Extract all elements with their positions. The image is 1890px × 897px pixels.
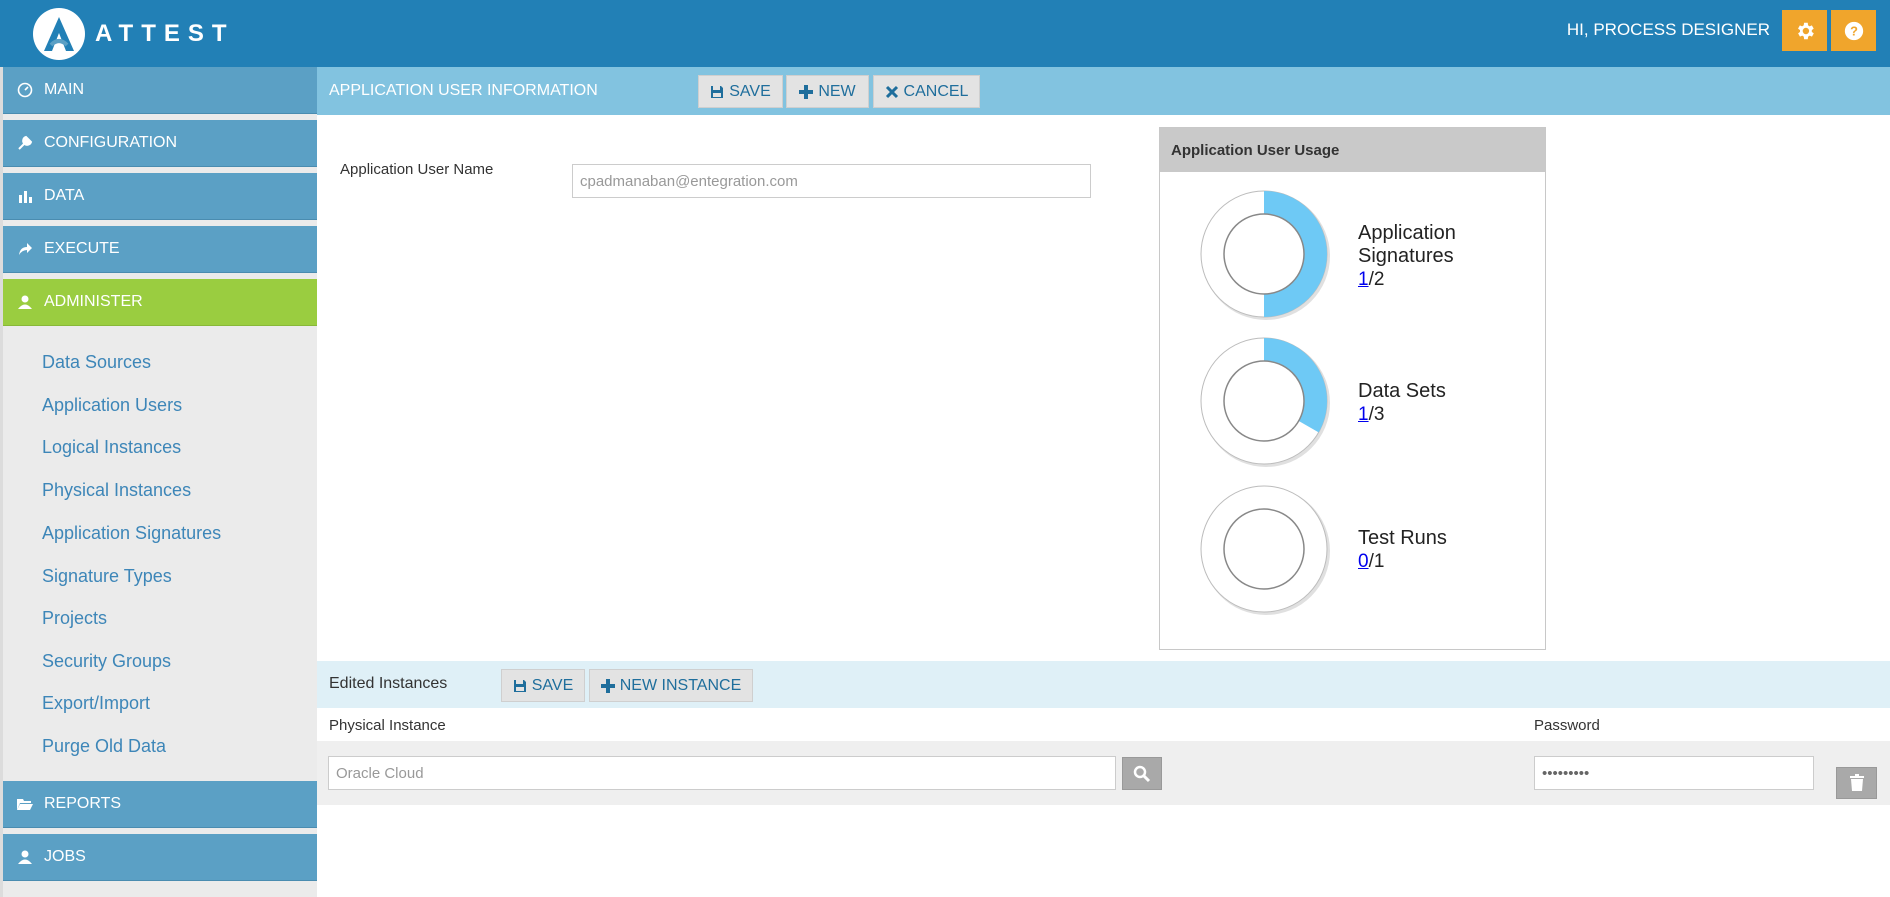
nav-reports-label: REPORTS: [44, 795, 122, 812]
nav-reports[interactable]: REPORTS: [3, 781, 317, 828]
new-label: NEW: [818, 82, 856, 100]
section-title: APPLICATION USER INFORMATION: [329, 82, 598, 99]
datasets-total: /3: [1368, 404, 1385, 425]
datasets-label-line1: Data Sets: [1358, 380, 1446, 402]
user-icon: [16, 848, 34, 866]
sub-item-signature-types[interactable]: Signature Types: [42, 566, 172, 587]
usage-panel-title: Application User Usage: [1160, 128, 1545, 172]
signatures-usage-label: Application Signatures 1/2: [1358, 222, 1456, 291]
search-button[interactable]: [1122, 757, 1162, 790]
nav-configuration-label: CONFIGURATION: [44, 134, 178, 151]
physical-instance-column-header: Physical Instance: [329, 717, 446, 734]
user-name-input[interactable]: cpadmanaban@entegration.com: [572, 164, 1091, 198]
sub-item-purge-old-data[interactable]: Purge Old Data: [42, 736, 166, 757]
cancel-label: CANCEL: [903, 82, 969, 100]
signatures-total: /2: [1368, 269, 1385, 290]
new-instance-label: NEW INSTANCE: [619, 676, 742, 694]
new-instance-button[interactable]: NEW INSTANCE: [589, 669, 753, 702]
password-column-header: Password: [1534, 717, 1600, 734]
user-name-label: Application User Name: [340, 161, 494, 178]
nav-administer-label: ADMINISTER: [44, 293, 143, 310]
save-button[interactable]: SAVE: [698, 75, 783, 108]
testruns-donut: [1200, 485, 1330, 615]
instances-save-button[interactable]: SAVE: [501, 669, 585, 702]
trash-icon: [1849, 774, 1864, 791]
section-toolbar: APPLICATION USER INFORMATION: [317, 67, 1890, 115]
dashboard-icon: [16, 81, 34, 99]
user-icon: [16, 293, 34, 311]
nav-main-label: MAIN: [44, 81, 84, 98]
floppy-disk-icon: [710, 85, 724, 99]
sub-item-physical-instances[interactable]: Physical Instances: [42, 480, 191, 501]
physical-instance-input[interactable]: Oracle Cloud: [328, 756, 1116, 790]
folder-open-icon: [16, 795, 34, 813]
testruns-label-line1: Test Runs: [1358, 527, 1447, 549]
signatures-label-line1: Application: [1358, 222, 1456, 244]
plus-icon: [799, 84, 814, 99]
logo-text: ATTEST: [95, 20, 235, 47]
nav-data-label: DATA: [44, 187, 85, 204]
testruns-count: 0/1: [1358, 550, 1447, 573]
nav-execute-label: EXECUTE: [44, 240, 120, 257]
nav-administer[interactable]: ADMINISTER: [3, 279, 317, 326]
close-icon: [885, 85, 899, 99]
wrench-icon: [16, 134, 34, 152]
nav-main[interactable]: MAIN: [3, 67, 317, 114]
save-label: SAVE: [729, 82, 771, 100]
question-icon: ?: [1844, 21, 1863, 40]
signatures-label-line2: Signatures: [1358, 245, 1454, 267]
sub-item-application-signatures[interactable]: Application Signatures: [42, 523, 221, 544]
top-header: ATTEST HI, PROCESS DESIGNER ?: [0, 0, 1890, 67]
sub-item-logical-instances[interactable]: Logical Instances: [42, 437, 181, 458]
cancel-button[interactable]: CANCEL: [873, 75, 980, 108]
delete-instance-button[interactable]: [1836, 767, 1877, 799]
testruns-used-link[interactable]: 0: [1358, 551, 1369, 572]
nav-configuration[interactable]: CONFIGURATION: [3, 120, 317, 167]
nav-jobs[interactable]: JOBS: [3, 834, 317, 881]
datasets-usage-label: Data Sets 1/3: [1358, 380, 1446, 426]
datasets-count: 1/3: [1358, 403, 1446, 426]
floppy-disk-icon: [513, 679, 527, 693]
sub-item-application-users[interactable]: Application Users: [42, 395, 182, 416]
svg-text:?: ?: [1850, 23, 1858, 38]
share-arrow-icon: [16, 240, 34, 258]
user-greeting[interactable]: HI, PROCESS DESIGNER: [1567, 20, 1770, 40]
settings-button[interactable]: [1782, 10, 1827, 51]
sub-item-export-import[interactable]: Export/Import: [42, 693, 150, 714]
signatures-used-link[interactable]: 1: [1358, 269, 1369, 290]
plus-icon: [600, 678, 615, 693]
datasets-used-link[interactable]: 1: [1358, 404, 1369, 425]
signatures-donut: [1200, 190, 1330, 320]
attest-logo[interactable]: ATTEST: [33, 8, 235, 60]
datasets-donut: [1200, 337, 1330, 467]
signatures-count: 1/2: [1358, 268, 1456, 291]
sub-item-data-sources[interactable]: Data Sources: [42, 352, 151, 373]
sub-item-security-groups[interactable]: Security Groups: [42, 651, 171, 672]
password-input[interactable]: •••••••••: [1534, 756, 1814, 790]
testruns-total: /1: [1368, 551, 1385, 572]
nav-execute[interactable]: EXECUTE: [3, 226, 317, 273]
help-button[interactable]: ?: [1831, 10, 1876, 51]
instances-save-label: SAVE: [531, 676, 574, 694]
nav-jobs-label: JOBS: [44, 848, 86, 865]
sub-item-projects[interactable]: Projects: [42, 608, 107, 629]
new-button[interactable]: NEW: [786, 75, 869, 108]
nav-data[interactable]: DATA: [3, 173, 317, 220]
bar-chart-icon: [16, 187, 34, 205]
usage-panel: Application User Usage Application Signa…: [1159, 127, 1546, 650]
edited-instances-title: Edited Instances: [329, 675, 448, 692]
logo-mark-icon: [33, 8, 85, 60]
testruns-usage-label: Test Runs 0/1: [1358, 527, 1447, 573]
gear-icon: [1797, 22, 1814, 39]
search-icon: [1133, 765, 1151, 782]
